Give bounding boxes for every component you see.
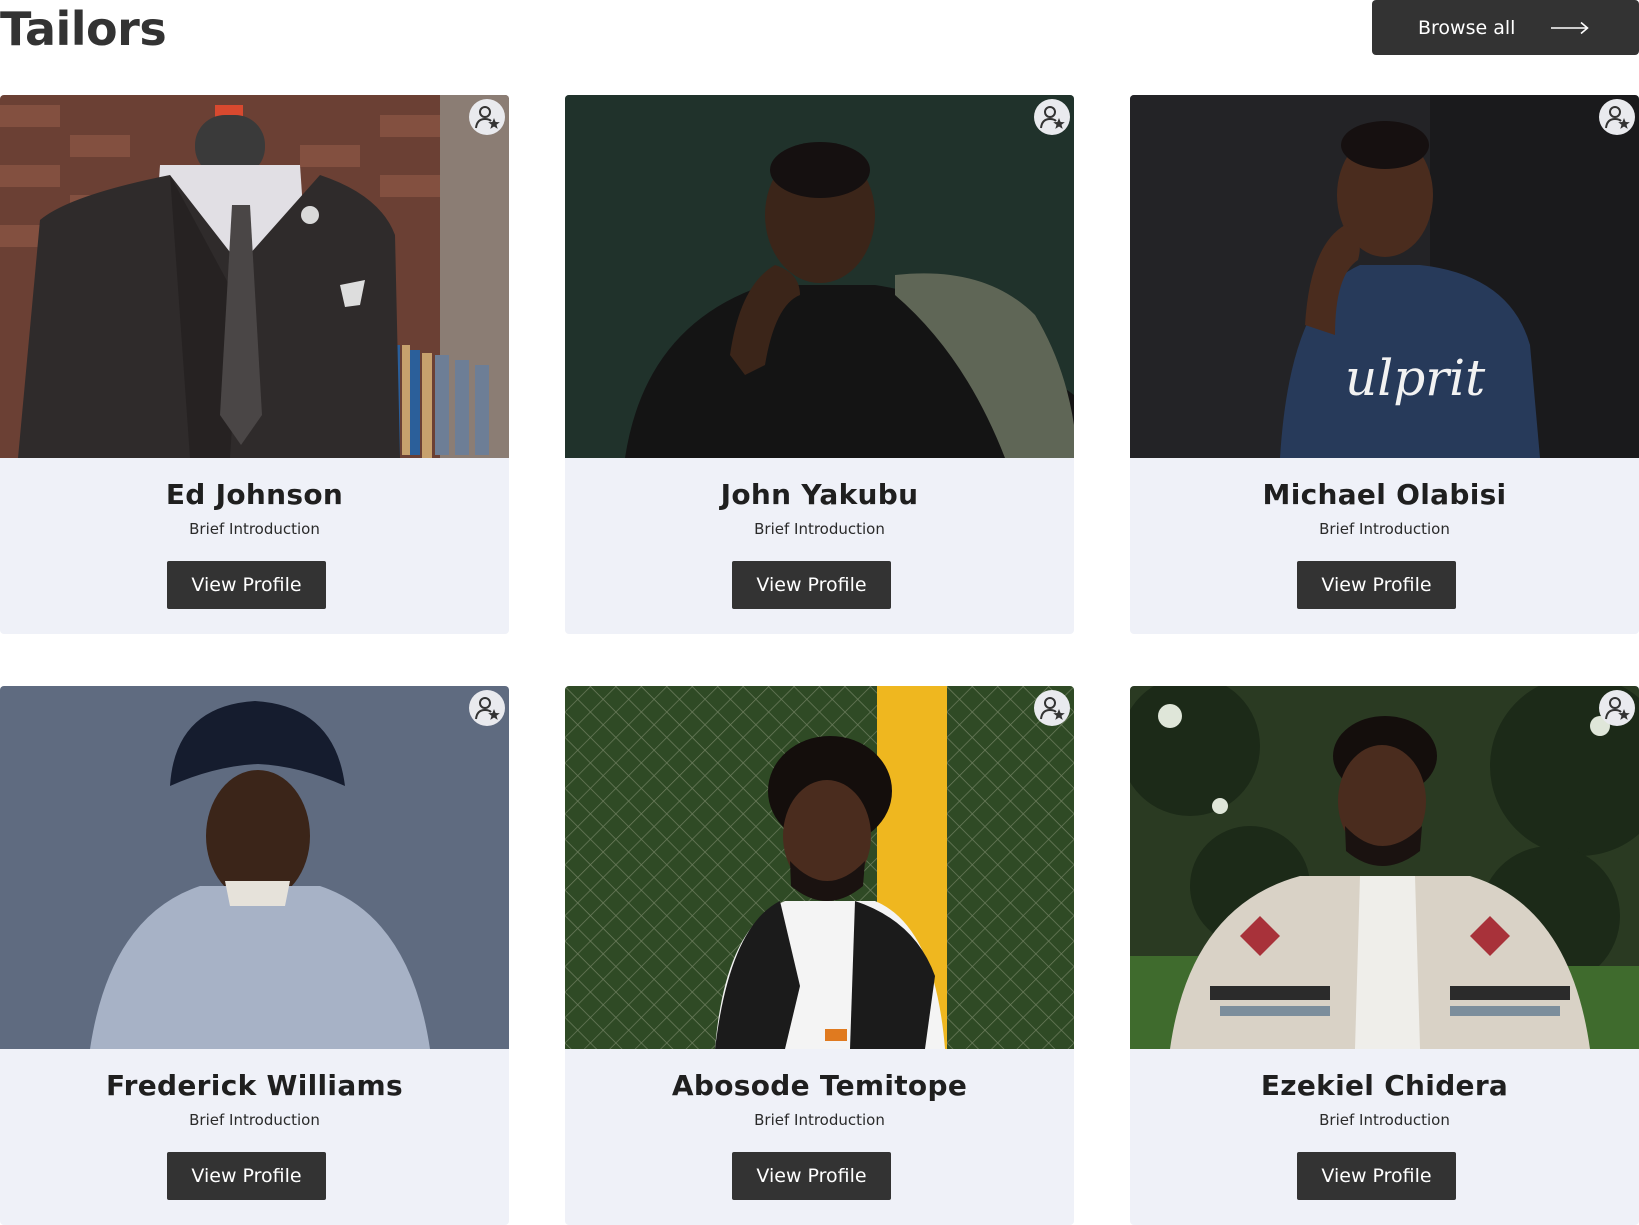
tailor-card: Ezekiel Chidera Brief Introduction View … <box>1130 686 1639 1225</box>
portrait-bucket-hat-photo <box>0 686 509 1049</box>
tailor-intro: Brief Introduction <box>189 520 320 538</box>
tailor-intro: Brief Introduction <box>1319 520 1450 538</box>
arrow-right-icon <box>1551 21 1590 35</box>
user-star-icon[interactable] <box>469 690 505 726</box>
page-title: Tailors <box>0 2 167 56</box>
portrait-fence-photo <box>565 686 1074 1049</box>
mannequin-suit-photo <box>0 95 509 458</box>
view-profile-button[interactable]: View Profile <box>1297 1152 1456 1200</box>
tailor-name: John Yakubu <box>720 478 919 511</box>
user-star-icon[interactable] <box>469 99 505 135</box>
tailor-name: Frederick Williams <box>106 1069 403 1102</box>
view-profile-button[interactable]: View Profile <box>1297 561 1456 609</box>
portrait-dark-green-photo <box>565 95 1074 458</box>
tailor-intro: Brief Introduction <box>1319 1111 1450 1129</box>
tailor-intro: Brief Introduction <box>754 520 885 538</box>
user-star-icon[interactable] <box>1599 99 1635 135</box>
view-profile-button[interactable]: View Profile <box>167 1152 326 1200</box>
view-profile-button[interactable]: View Profile <box>167 561 326 609</box>
svg-text:ulprit: ulprit <box>1345 349 1486 407</box>
tailor-card: Abosode Temitope Brief Introduction View… <box>565 686 1074 1225</box>
view-profile-button[interactable]: View Profile <box>732 1152 891 1200</box>
tailor-card: Ed Johnson Brief Introduction View Profi… <box>0 95 509 634</box>
portrait-navy-tshirt-photo: ulprit <box>1130 95 1639 458</box>
tailor-name: Ezekiel Chidera <box>1260 1069 1509 1102</box>
tailor-name: Michael Olabisi <box>1262 478 1507 511</box>
browse-all-button[interactable]: Browse all <box>1372 0 1639 55</box>
tailor-intro: Brief Introduction <box>189 1111 320 1129</box>
view-profile-button[interactable]: View Profile <box>732 561 891 609</box>
portrait-patterned-jacket-photo <box>1130 686 1639 1049</box>
tailor-intro: Brief Introduction <box>754 1111 885 1129</box>
tailor-card: ulprit Michael Olabisi Brief Introductio… <box>1130 95 1639 634</box>
tailor-name: Abosode Temitope <box>671 1069 968 1102</box>
user-star-icon[interactable] <box>1034 690 1070 726</box>
tailor-card: Frederick Williams Brief Introduction Vi… <box>0 686 509 1225</box>
tailor-name: Ed Johnson <box>165 478 344 511</box>
user-star-icon[interactable] <box>1599 690 1635 726</box>
browse-all-label: Browse all <box>1418 16 1516 39</box>
tailor-card: John Yakubu Brief Introduction View Prof… <box>565 95 1074 634</box>
user-star-icon[interactable] <box>1034 99 1070 135</box>
